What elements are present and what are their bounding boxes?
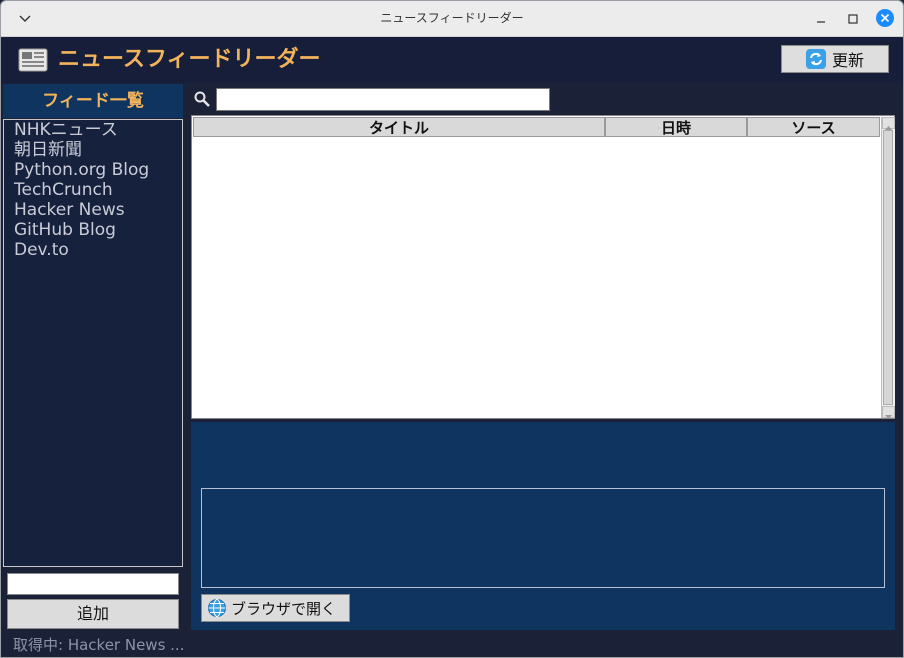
- maximize-icon[interactable]: [845, 11, 861, 27]
- scrollbar-thumb[interactable]: [883, 130, 893, 405]
- minimize-icon[interactable]: [813, 11, 829, 27]
- refresh-button[interactable]: 更新: [781, 45, 889, 73]
- app-window: ニュースフィードリーダー ニュースフィードリーダー 更新 フィード一覧 NHKニ…: [0, 0, 904, 658]
- open-in-browser-button[interactable]: ブラウザで開く: [201, 594, 350, 622]
- feed-list[interactable]: NHKニュース 朝日新聞 Python.org Blog TechCrunch …: [3, 119, 183, 567]
- scroll-up-arrow[interactable]: [882, 117, 895, 130]
- article-table[interactable]: タイトル 日時 ソース: [191, 115, 895, 419]
- feed-item[interactable]: NHKニュース: [4, 120, 182, 140]
- table-scrollbar[interactable]: [881, 117, 895, 419]
- add-feed-button[interactable]: 追加: [7, 599, 179, 629]
- feed-item[interactable]: Dev.to: [4, 240, 182, 260]
- sidebar-heading: フィード一覧: [3, 84, 183, 118]
- new-feed-input[interactable]: [7, 573, 179, 595]
- feed-item[interactable]: GitHub Blog: [4, 220, 182, 240]
- feed-item[interactable]: 朝日新聞: [4, 140, 182, 160]
- close-button[interactable]: [876, 9, 894, 27]
- window-title: ニュースフィードリーダー: [380, 11, 524, 25]
- column-header-title[interactable]: タイトル: [193, 117, 605, 137]
- refresh-label: 更新: [831, 51, 864, 70]
- close-icon: [880, 13, 890, 23]
- feed-item[interactable]: TechCrunch: [4, 180, 182, 200]
- title-bar: ニュースフィードリーダー: [1, 1, 903, 37]
- search-icon: [194, 91, 210, 107]
- app-header: ニュースフィードリーダー 更新: [1, 37, 903, 83]
- column-header-source[interactable]: ソース: [747, 117, 880, 137]
- scroll-down-arrow[interactable]: [882, 406, 895, 419]
- search-input[interactable]: [216, 88, 550, 111]
- app-title: ニュースフィードリーダー: [58, 47, 321, 72]
- article-detail-panel: ブラウザで開く: [191, 422, 895, 630]
- feed-item[interactable]: Hacker News: [4, 200, 182, 220]
- sidebar: フィード一覧 NHKニュース 朝日新聞 Python.org Blog Tech…: [3, 84, 183, 567]
- newspaper-icon: [18, 48, 48, 72]
- feed-item[interactable]: Python.org Blog: [4, 160, 182, 180]
- status-text: 取得中: Hacker News ...: [13, 636, 185, 654]
- globe-icon: [208, 599, 226, 617]
- article-summary: [201, 488, 885, 588]
- refresh-icon: [805, 49, 826, 69]
- open-in-browser-label: ブラウザで開く: [231, 599, 337, 618]
- column-header-date[interactable]: 日時: [605, 117, 747, 137]
